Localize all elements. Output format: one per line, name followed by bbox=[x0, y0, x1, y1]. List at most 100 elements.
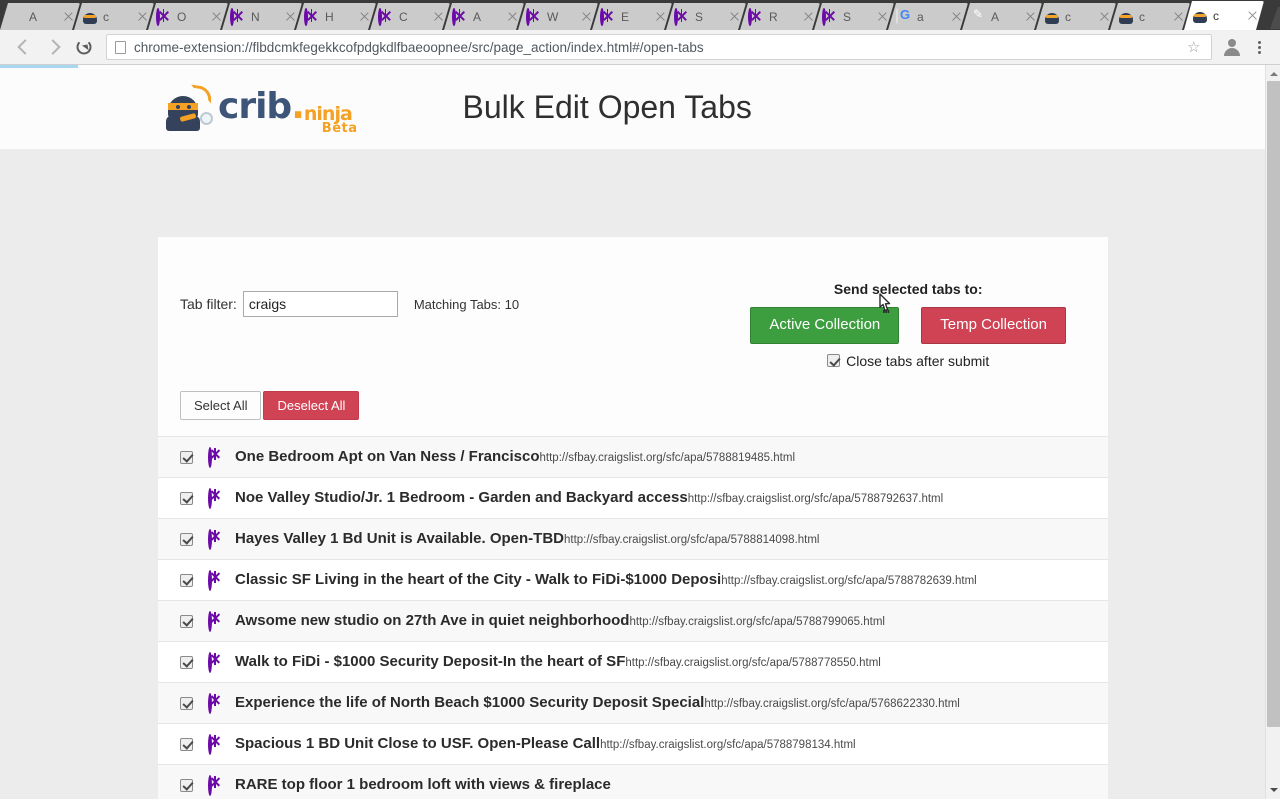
tab-list-row[interactable]: Walk to FiDi - $1000 Security Deposit-In… bbox=[158, 640, 1108, 682]
tab-close-icon[interactable] bbox=[580, 10, 594, 24]
tab-close-icon[interactable] bbox=[1024, 10, 1038, 24]
tab-list-row[interactable]: RARE top floor 1 bedroom loft with views… bbox=[158, 763, 1108, 799]
peace-icon bbox=[208, 446, 220, 468]
tab-list-row[interactable]: Experience the life of North Beach $1000… bbox=[158, 681, 1108, 723]
tab-close-icon[interactable] bbox=[1098, 10, 1112, 24]
tab-close-icon[interactable] bbox=[654, 10, 668, 24]
tab-list-row[interactable]: One Bedroom Apt on Van Ness / Franciscoh… bbox=[158, 435, 1108, 477]
browser-tab[interactable]: A bbox=[962, 3, 1042, 30]
row-select-checkbox[interactable] bbox=[180, 573, 193, 587]
row-title[interactable]: Spacious 1 BD Unit Close to USF. Open-Pl… bbox=[235, 735, 600, 752]
browser-tab[interactable]: A bbox=[444, 3, 524, 30]
row-url[interactable]: http://sfbay.craigslist.org/sfc/apa/5788… bbox=[600, 739, 856, 751]
bookmark-star-icon[interactable]: ☆ bbox=[1187, 40, 1203, 55]
row-title[interactable]: Classic SF Living in the heart of the Ci… bbox=[235, 571, 721, 588]
tab-list-row[interactable]: Spacious 1 BD Unit Close to USF. Open-Pl… bbox=[158, 722, 1108, 764]
tab-close-icon[interactable] bbox=[802, 10, 816, 24]
row-title[interactable]: Awsome new studio on 27th Ave in quiet n… bbox=[235, 612, 629, 629]
browser-tab[interactable]: S bbox=[814, 3, 894, 30]
tab-close-icon[interactable] bbox=[1246, 9, 1260, 23]
page-scrollbar[interactable] bbox=[1265, 65, 1280, 799]
row-select-checkbox[interactable] bbox=[180, 450, 193, 464]
row-select-checkbox[interactable] bbox=[180, 696, 193, 710]
tab-close-icon[interactable] bbox=[1172, 10, 1186, 24]
tab-favicon bbox=[452, 9, 468, 25]
deselect-all-button[interactable]: Deselect All bbox=[263, 390, 360, 420]
row-select-checkbox[interactable] bbox=[180, 532, 193, 546]
close-tabs-after-submit-row[interactable]: Close tabs after submit bbox=[750, 353, 1066, 369]
row-title[interactable]: Experience the life of North Beach $1000… bbox=[235, 694, 704, 711]
row-url[interactable]: http://sfbay.craigslist.org/sfc/apa/5788… bbox=[721, 575, 977, 587]
active-collection-button[interactable]: Active Collection bbox=[750, 307, 900, 344]
row-title[interactable]: One Bedroom Apt on Van Ness / Francisco bbox=[235, 448, 540, 465]
row-url[interactable]: http://sfbay.craigslist.org/sfc/apa/5788… bbox=[540, 452, 796, 464]
row-select-checkbox[interactable] bbox=[180, 655, 193, 669]
browser-tab[interactable]: O bbox=[148, 3, 228, 30]
back-button[interactable] bbox=[10, 33, 38, 61]
tab-close-icon[interactable] bbox=[728, 10, 742, 24]
scrollbar-down-arrow[interactable] bbox=[1266, 784, 1280, 799]
tab-close-icon[interactable] bbox=[506, 10, 520, 24]
row-title[interactable]: Noe Valley Studio/Jr. 1 Bedroom - Garden… bbox=[235, 489, 688, 506]
browser-tab[interactable]: N bbox=[222, 3, 302, 30]
row-select-checkbox[interactable] bbox=[180, 737, 193, 751]
tab-title: A bbox=[473, 9, 482, 24]
browser-tab[interactable]: c bbox=[1036, 3, 1116, 30]
scrollbar-up-arrow[interactable] bbox=[1266, 65, 1280, 80]
forward-button[interactable] bbox=[40, 33, 68, 61]
row-select-checkbox[interactable] bbox=[180, 491, 193, 505]
browser-tab[interactable]: c bbox=[1110, 3, 1190, 30]
select-all-button[interactable]: Select All bbox=[180, 390, 262, 420]
row-text: Noe Valley Studio/Jr. 1 Bedroom - Garden… bbox=[235, 489, 1086, 507]
tab-list-row[interactable]: Classic SF Living in the heart of the Ci… bbox=[158, 558, 1108, 600]
browser-tab[interactable]: c bbox=[1184, 1, 1264, 30]
browser-tab[interactable]: S bbox=[666, 3, 746, 30]
row-url[interactable]: http://sfbay.craigslist.org/sfc/apa/5788… bbox=[688, 493, 944, 505]
row-url[interactable]: http://sfbay.craigslist.org/sfc/apa/5788… bbox=[625, 657, 881, 669]
row-title[interactable]: RARE top floor 1 bedroom loft with views… bbox=[235, 776, 611, 793]
tab-close-icon[interactable] bbox=[950, 10, 964, 24]
tab-close-icon[interactable] bbox=[284, 10, 298, 24]
new-tab-button[interactable] bbox=[1270, 7, 1280, 29]
page-info-icon[interactable] bbox=[115, 40, 126, 54]
row-select-checkbox[interactable] bbox=[180, 614, 193, 628]
close-tabs-after-submit-checkbox[interactable] bbox=[827, 354, 841, 367]
row-url[interactable]: http://sfbay.craigslist.org/sfc/apa/5788… bbox=[564, 534, 820, 546]
tab-close-icon[interactable] bbox=[136, 10, 150, 24]
scrollbar-thumb[interactable] bbox=[1267, 81, 1280, 727]
row-url[interactable]: http://sfbay.craigslist.org/sfc/apa/5788… bbox=[629, 616, 885, 628]
row-select-checkbox[interactable] bbox=[180, 778, 193, 792]
row-title[interactable]: Hayes Valley 1 Bd Unit is Available. Ope… bbox=[235, 530, 564, 547]
temp-collection-button[interactable]: Temp Collection bbox=[921, 307, 1066, 344]
tab-close-icon[interactable] bbox=[210, 10, 224, 24]
row-title[interactable]: Walk to FiDi - $1000 Security Deposit-In… bbox=[235, 653, 625, 670]
browser-tab[interactable]: H bbox=[296, 3, 376, 30]
browser-tab[interactable]: R bbox=[740, 3, 820, 30]
browser-tab[interactable]: W bbox=[518, 3, 598, 30]
chrome-menu-button[interactable] bbox=[1248, 35, 1270, 59]
selection-buttons-row: Select All Deselect All bbox=[158, 369, 1108, 420]
browser-tab[interactable]: C bbox=[370, 3, 450, 30]
reload-button[interactable] bbox=[70, 33, 98, 61]
tab-list-row[interactable]: Hayes Valley 1 Bd Unit is Available. Ope… bbox=[158, 517, 1108, 559]
tab-list-row[interactable]: Awsome new studio on 27th Ave in quiet n… bbox=[158, 599, 1108, 641]
browser-tab[interactable]: a bbox=[888, 3, 968, 30]
tab-filter-input[interactable] bbox=[242, 291, 398, 317]
tab-favicon bbox=[304, 9, 320, 25]
tab-list-row[interactable]: Noe Valley Studio/Jr. 1 Bedroom - Garden… bbox=[158, 476, 1108, 518]
profile-button[interactable] bbox=[1220, 35, 1244, 59]
tab-title: N bbox=[251, 9, 260, 24]
address-bar[interactable]: chrome-extension://flbdcmkfegekkcofpdgkd… bbox=[106, 34, 1212, 60]
tab-close-icon[interactable] bbox=[62, 10, 76, 24]
row-favicon bbox=[208, 569, 225, 591]
page-title: Bulk Edit Open Tabs bbox=[462, 88, 752, 125]
tab-close-icon[interactable] bbox=[432, 10, 446, 24]
tab-close-icon[interactable] bbox=[876, 10, 890, 24]
row-url[interactable]: http://sfbay.craigslist.org/sfc/apa/5768… bbox=[704, 698, 960, 710]
main-content-card: Tab filter: Matching Tabs: 10 Send selec… bbox=[158, 237, 1108, 799]
crib-ninja-logo[interactable]: crib.ninjaBeta bbox=[160, 82, 388, 135]
browser-tab[interactable]: c bbox=[74, 3, 154, 30]
tab-close-icon[interactable] bbox=[358, 10, 372, 24]
browser-tab[interactable]: A bbox=[0, 3, 80, 30]
browser-tab[interactable]: E bbox=[592, 3, 672, 30]
